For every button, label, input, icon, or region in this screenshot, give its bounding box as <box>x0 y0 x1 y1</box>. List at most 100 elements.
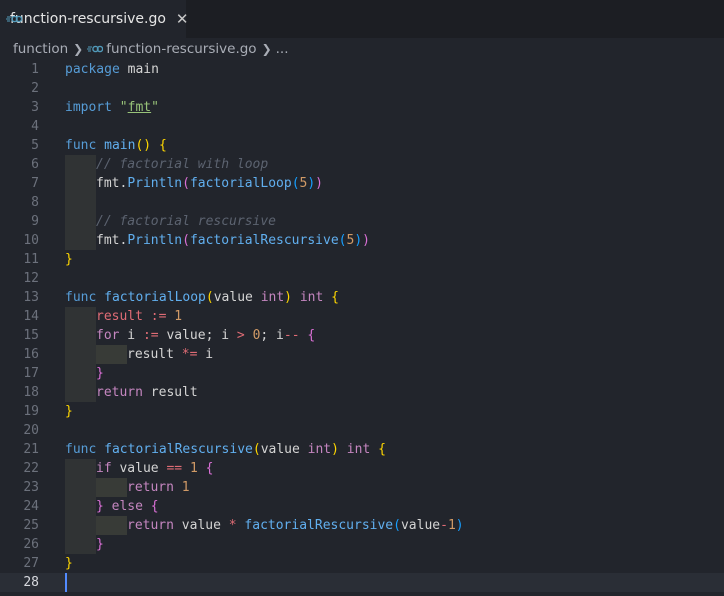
code-token: if <box>96 461 112 476</box>
code-token: else <box>111 499 143 514</box>
code-text: fmt.Println(factorialRescursive(5)) <box>96 231 370 250</box>
code-line[interactable]: 13 func factorialLoop(value int) int { <box>0 288 724 307</box>
line-number: 6 <box>31 157 39 172</box>
code-token: int <box>260 290 285 305</box>
code-line[interactable]: 17} <box>0 364 724 383</box>
code-token: -- <box>283 328 300 343</box>
code-text: return value * factorialRescursive(value… <box>127 516 464 535</box>
code-line[interactable]: 26} <box>0 535 724 554</box>
code-text: } <box>96 364 104 383</box>
line-number: 4 <box>31 119 39 134</box>
code-line[interactable]: 16 result *= i <box>0 345 724 364</box>
code-text: // factorial rescursive <box>96 212 276 231</box>
code-line[interactable]: 19} <box>0 402 724 421</box>
code-token: { <box>307 328 316 343</box>
indent-guide <box>65 478 96 497</box>
line-number: 12 <box>23 271 39 286</box>
code-token: { <box>158 138 167 153</box>
line-number: 7 <box>31 176 39 191</box>
line-number: 15 <box>23 328 39 343</box>
code-token: { <box>331 290 339 305</box>
code-line[interactable]: 18 return result <box>0 383 724 402</box>
code-line[interactable]: 24} else { <box>0 497 724 516</box>
code-line[interactable]: 3 import "fmt" <box>0 98 724 117</box>
code-line[interactable]: 25 return value * factorialRescursive(val… <box>0 516 724 535</box>
line-number: 18 <box>23 385 39 400</box>
code-token: int <box>346 442 371 457</box>
line-number: 27 <box>23 556 39 571</box>
code-line[interactable]: 15 for i := value; i > 0; i-- { <box>0 326 724 345</box>
code-token: ; i <box>260 328 284 343</box>
breadcrumb-file[interactable]: function-rescursive.go <box>106 41 256 57</box>
code-line[interactable]: 6 // factorial with loop <box>0 155 724 174</box>
indent-guide <box>65 231 96 250</box>
close-icon[interactable]: ✕ <box>176 10 189 28</box>
code-token: } <box>65 556 73 571</box>
code-line[interactable]: 10 fmt.Println(factorialRescursive(5)) <box>0 231 724 250</box>
code-line[interactable]: 2 <box>0 79 724 98</box>
line-number: 23 <box>23 480 39 495</box>
code-line[interactable]: 22 if value == 1 { <box>0 459 724 478</box>
code-token: ( <box>182 176 190 191</box>
code-line[interactable]: 1 package main <box>0 60 724 79</box>
line-number: 22 <box>23 461 39 476</box>
code-line[interactable]: 28 <box>0 573 724 592</box>
code-line[interactable]: 20 <box>0 421 724 440</box>
code-token: ( <box>205 290 214 305</box>
tab-function-rescursive-go[interactable]: function-rescursive.go ✕ <box>0 0 189 38</box>
code-text: result := 1 <box>96 307 182 326</box>
code-text: // factorial with loop <box>96 155 268 174</box>
line-number: 13 <box>23 290 39 305</box>
code-token: ( <box>291 176 300 191</box>
indent-guide <box>96 516 127 535</box>
code-token: result <box>127 347 182 362</box>
code-token: i <box>119 328 143 343</box>
line-number: 25 <box>23 518 39 533</box>
breadcrumb-more[interactable]: ... <box>276 41 289 57</box>
code-token: value <box>173 518 229 533</box>
code-line[interactable]: 4 <box>0 117 724 136</box>
code-token: package <box>65 62 120 77</box>
code-editor[interactable]: 1 package main 2 3 import "fmt" 4 5 func main()… <box>0 60 724 596</box>
code-line[interactable]: 21 func factorialRescursive(value int) in… <box>0 440 724 459</box>
chevron-right-icon: ❯ <box>73 42 84 56</box>
code-line[interactable]: 14 result := 1 <box>0 307 724 326</box>
code-token: ( <box>393 518 401 533</box>
indent-guide <box>65 155 96 174</box>
code-token: value <box>400 518 441 533</box>
code-line[interactable]: 12 <box>0 269 724 288</box>
line-number: 20 <box>23 423 39 438</box>
code-token: i <box>197 347 214 362</box>
code-token: 1 <box>189 461 198 476</box>
code-line[interactable]: 27} <box>0 554 724 573</box>
text-cursor <box>65 573 67 592</box>
indent-guide <box>65 174 96 193</box>
breadcrumb-folder[interactable]: function <box>13 41 68 57</box>
code-line[interactable]: 11} <box>0 250 724 269</box>
code-token: fmt. <box>96 233 128 248</box>
indent-guide <box>65 307 96 326</box>
code-token: ) <box>331 442 339 457</box>
code-text: } <box>96 535 104 554</box>
indent-guide <box>65 535 96 554</box>
code-token: { <box>378 442 386 457</box>
code-line[interactable]: 23 return 1 <box>0 478 724 497</box>
code-line[interactable]: 8 <box>0 193 724 212</box>
line-number: 10 <box>23 233 39 248</box>
code-line[interactable]: 9 // factorial rescursive <box>0 212 724 231</box>
code-line[interactable]: 5 func main() { <box>0 136 724 155</box>
line-number: 28 <box>23 575 39 590</box>
code-text: func main() { <box>65 136 167 155</box>
code-token: " <box>119 100 128 115</box>
code-token: := <box>150 309 167 324</box>
code-text: package main <box>65 60 159 79</box>
code-text: import "fmt" <box>65 98 159 117</box>
code-token: } <box>65 252 73 267</box>
code-line[interactable]: 7 fmt.Println(factorialLoop(5)) <box>0 174 724 193</box>
tab-label: function-rescursive.go <box>10 11 166 27</box>
code-token: result <box>142 385 198 400</box>
code-token: func <box>65 290 97 305</box>
indent-guide <box>65 516 96 535</box>
